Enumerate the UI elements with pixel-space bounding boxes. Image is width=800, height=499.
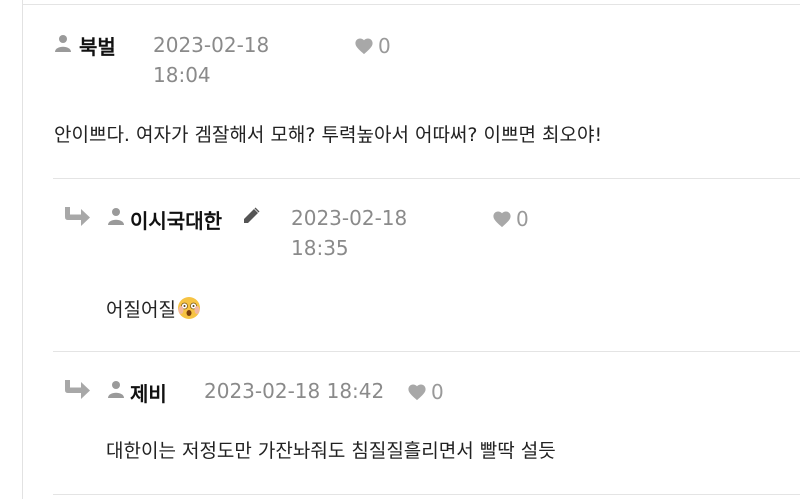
user-icon bbox=[108, 381, 124, 398]
dizzy-face-emoji bbox=[177, 297, 200, 319]
reply-arrow-icon bbox=[65, 207, 90, 226]
like-button[interactable]: 0 bbox=[354, 34, 391, 58]
comment-text: 대한이는 저정도만 가잔놔줘도 침질질흘리면서 빨딱 설듯 bbox=[106, 440, 556, 462]
comment-thread: 북벌 2023-02-18 18:04 0 안이쁘다. 여자가 겜잘해서 모해?… bbox=[0, 0, 800, 499]
like-count: 0 bbox=[378, 34, 391, 58]
heart-icon bbox=[493, 211, 511, 228]
like-button[interactable]: 0 bbox=[492, 207, 529, 231]
like-count: 0 bbox=[431, 380, 444, 404]
comment-text-body: 어질어질 bbox=[106, 299, 176, 321]
pencil-icon bbox=[244, 207, 260, 223]
divider bbox=[22, 4, 800, 5]
like-count: 0 bbox=[516, 207, 529, 231]
comment-time: 18:04 bbox=[153, 63, 211, 87]
divider bbox=[53, 494, 800, 495]
divider bbox=[53, 351, 800, 352]
comment-date: 2023-02-18 bbox=[153, 33, 270, 57]
comment-text: 안이쁘다. 여자가 겜잘해서 모해? 투력높아서 어따써? 이쁘면 최오야! bbox=[54, 124, 603, 146]
user-icon bbox=[55, 35, 71, 52]
comment-text: 어질어질 bbox=[106, 295, 201, 322]
like-button[interactable]: 0 bbox=[407, 380, 444, 404]
heart-icon bbox=[408, 384, 426, 401]
comment-author[interactable]: 북벌 bbox=[79, 31, 116, 60]
reply-arrow-icon bbox=[65, 380, 90, 399]
user-icon bbox=[108, 208, 124, 225]
comment-time: 18:35 bbox=[291, 236, 349, 260]
comment-author[interactable]: 제비 bbox=[130, 378, 167, 407]
comment-date: 2023-02-18 18:42 bbox=[204, 379, 385, 403]
heart-icon bbox=[355, 38, 373, 55]
comment-date: 2023-02-18 bbox=[291, 206, 408, 230]
thread-border bbox=[22, 0, 23, 499]
comment-author[interactable]: 이시국대한 bbox=[130, 205, 222, 234]
divider bbox=[53, 178, 800, 179]
